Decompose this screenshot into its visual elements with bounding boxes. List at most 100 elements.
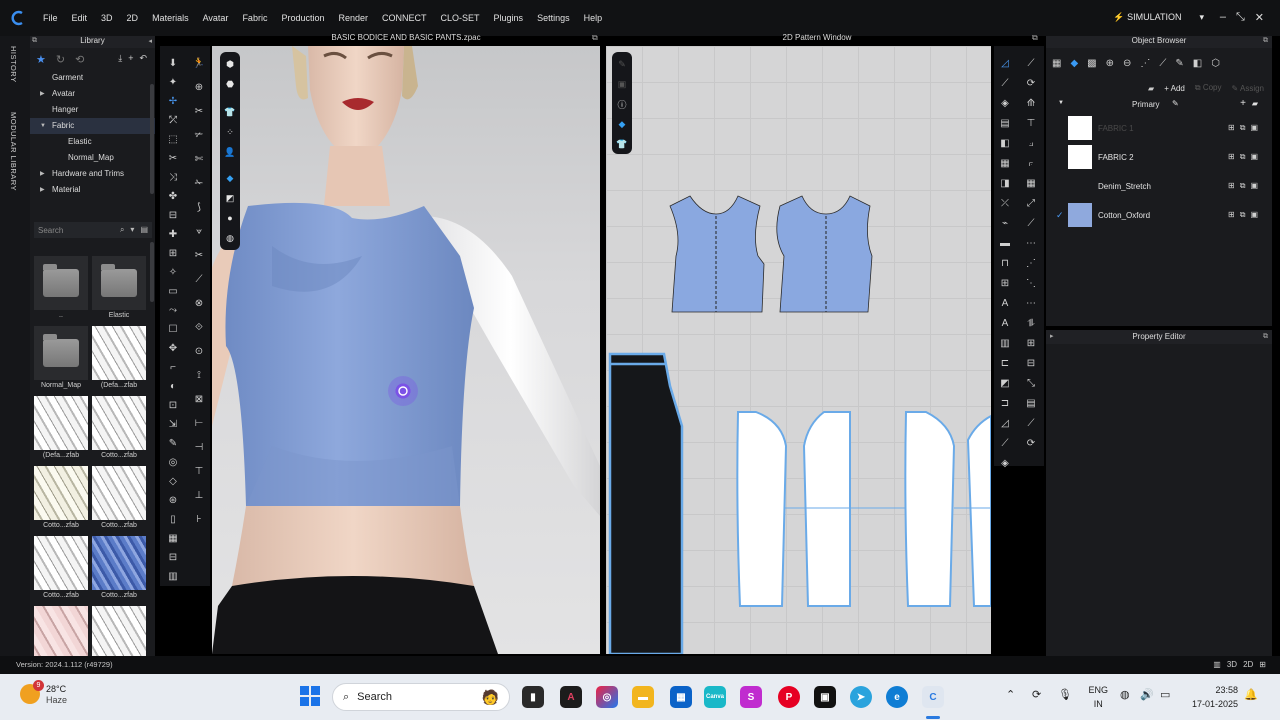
fabric-thumbnail[interactable] xyxy=(34,466,88,520)
tool-3d-col2-12-icon[interactable]: ⟐ xyxy=(192,320,206,334)
sync-icon[interactable]: ⟲ xyxy=(75,53,84,66)
tool-2d-col2-16-icon[interactable]: ⊟ xyxy=(1024,356,1038,370)
tool-2d-col2-18-icon[interactable]: ▤ xyxy=(1024,396,1038,410)
tree-item-garment[interactable]: Garment xyxy=(30,70,155,86)
tool-2d-col2-5-icon[interactable]: ⟓ xyxy=(1024,136,1038,150)
info-icon[interactable]: ⓘ xyxy=(616,98,628,110)
tray-mic-icon[interactable]: 🎙 xyxy=(1058,688,1072,701)
copy-button[interactable]: ⧉ Copy xyxy=(1195,83,1222,93)
close-icon[interactable]: ✕ xyxy=(1255,11,1264,24)
task-view-icon[interactable]: ▮ xyxy=(522,686,544,708)
tray-chevron-icon[interactable]: ⌃ xyxy=(1006,688,1015,701)
copilot-app-icon[interactable]: ◎ xyxy=(596,686,618,708)
tool-3d-17-icon[interactable]: ⌐ xyxy=(166,360,180,374)
tool-2d-col2-17-icon[interactable]: ⤡ xyxy=(1024,376,1038,390)
tool-3d-10-icon[interactable]: ✚ xyxy=(166,227,180,241)
tool-3d-9-icon[interactable]: ⊟ xyxy=(166,208,180,222)
collapse-icon[interactable]: ◂ xyxy=(148,37,152,45)
tree-item-normal-map[interactable]: Normal_Map xyxy=(30,150,155,166)
folder-thumbnail[interactable] xyxy=(92,256,146,310)
network-globe-icon[interactable]: ◍ xyxy=(1120,688,1130,701)
tool-3d-23-icon[interactable]: ◇ xyxy=(166,474,180,488)
float-pe-icon[interactable]: ⧉ xyxy=(1263,330,1268,344)
pen-icon[interactable]: ✎ xyxy=(616,58,628,70)
menu-production[interactable]: Production xyxy=(274,13,331,23)
tree-expand-icon[interactable]: ▼ xyxy=(40,118,46,134)
tool-2d-col2-4-icon[interactable]: ⊤ xyxy=(1024,116,1038,130)
tool-3d-11-icon[interactable]: ⊞ xyxy=(166,246,180,260)
layout-split-icon[interactable]: ⊞ xyxy=(1259,660,1266,669)
tool-3d-3-icon[interactable]: ✢ xyxy=(166,94,180,108)
file-explorer-icon[interactable]: ▬ xyxy=(632,686,654,708)
tree-expand-icon[interactable]: ▶ xyxy=(40,166,45,182)
fabric-thumbnail[interactable] xyxy=(34,606,88,660)
tool-2d-col2-13-icon[interactable]: ⋯ xyxy=(1024,296,1038,310)
menu-file[interactable]: File xyxy=(36,13,65,23)
tool-3d-27-icon[interactable]: ⊟ xyxy=(166,550,180,564)
graphic-tab-icon[interactable]: ◧ xyxy=(1193,58,1202,69)
volume-icon[interactable]: 🔊 xyxy=(1140,688,1154,701)
buttonhole-tab-icon[interactable]: ⊖ xyxy=(1123,58,1131,69)
fabric-icon[interactable]: ◆ xyxy=(224,172,236,184)
tool-3d-col2-10-icon[interactable]: ⟋ xyxy=(192,272,206,286)
tool-3d-col2-16-icon[interactable]: ⊢ xyxy=(192,416,206,430)
fabric-thumbnail[interactable] xyxy=(92,606,146,660)
folder-thumbnail[interactable] xyxy=(34,326,88,380)
tool-3d-col2-5-icon[interactable]: ✄ xyxy=(192,152,206,166)
tool-2d-col2-11-icon[interactable]: ⋰ xyxy=(1024,256,1038,270)
tool-2d-15-icon[interactable]: ▥ xyxy=(998,336,1012,350)
tool-2d-11-icon[interactable]: ⊓ xyxy=(998,256,1012,270)
tool-3d-col2-15-icon[interactable]: ⊠ xyxy=(192,392,206,406)
tool-2d-col2-20-icon[interactable]: ⟳ xyxy=(1024,436,1038,450)
tool-2d-18-icon[interactable]: ⊐ xyxy=(998,396,1012,410)
battery-icon[interactable]: ▭ xyxy=(1160,688,1170,701)
tool-2d-4-icon[interactable]: ▤ xyxy=(998,116,1012,130)
tray-sync-icon[interactable]: ⟳ xyxy=(1032,688,1041,701)
scene-icon[interactable]: ▦ xyxy=(1052,58,1061,69)
maximize-icon[interactable]: ⤡ xyxy=(1236,11,1245,24)
tool-2d-col2-6-icon[interactable]: ⟔ xyxy=(1024,156,1038,170)
float-2d-icon[interactable]: ⧉ xyxy=(1032,33,1038,43)
chevron-down-icon[interactable]: ▾ xyxy=(1199,12,1204,23)
duplicate-icon[interactable]: ⧉ xyxy=(1240,123,1246,133)
shirt-icon[interactable]: 👕 xyxy=(224,106,236,118)
2d-pattern-viewport[interactable] xyxy=(606,46,991,654)
tool-2d-6-icon[interactable]: ▦ xyxy=(998,156,1012,170)
trim-tab-icon[interactable]: ✎ xyxy=(1175,58,1183,69)
tool-3d-25-icon[interactable]: ▯ xyxy=(166,512,180,526)
tool-3d-col2-17-icon[interactable]: ⊣ xyxy=(192,440,206,454)
tool-3d-col2-20-icon[interactable]: ⊦ xyxy=(192,512,206,526)
tool-3d-15-icon[interactable]: ☐ xyxy=(166,322,180,336)
history-tab[interactable]: HISTORY xyxy=(9,46,18,83)
fabric-thumbnail[interactable] xyxy=(34,396,88,450)
tool-3d-col2-18-icon[interactable]: ⊤ xyxy=(192,464,206,478)
tool-2d-12-icon[interactable]: ⊞ xyxy=(998,276,1012,290)
fabric-tab-icon[interactable]: ◆ xyxy=(1070,58,1078,69)
fabric-swatch[interactable] xyxy=(1068,145,1092,169)
tool-2d-16-icon[interactable]: ⊏ xyxy=(998,356,1012,370)
tool-2d-7-icon[interactable]: ◨ xyxy=(998,176,1012,190)
assign-icon[interactable]: ▣ xyxy=(1250,152,1258,162)
texture-icon[interactable]: ◩ xyxy=(224,192,236,204)
group-folder-icon[interactable]: ▰ xyxy=(1252,99,1258,108)
modular-library-tab[interactable]: MODULAR LIBRARY xyxy=(9,112,18,191)
tree-expand-icon[interactable]: ▶ xyxy=(40,86,45,102)
tool-2d-9-icon[interactable]: ⌁ xyxy=(998,216,1012,230)
cube-alt-icon[interactable]: ⬣ xyxy=(224,78,236,90)
menu-edit[interactable]: Edit xyxy=(65,13,95,23)
dots-icon[interactable]: ⁘ xyxy=(224,126,236,138)
affinity-app-icon[interactable]: A xyxy=(560,686,582,708)
tool-3d-13-icon[interactable]: ▭ xyxy=(166,284,180,298)
menu-3d[interactable]: 3D xyxy=(94,13,120,23)
tool-2d-3-icon[interactable]: ◈ xyxy=(998,96,1012,110)
tool-2d-17-icon[interactable]: ◩ xyxy=(998,376,1012,390)
tool-2d-10-icon[interactable]: ▬ xyxy=(998,236,1012,250)
canva-app-icon[interactable]: Canva xyxy=(704,686,726,708)
tree-item-material[interactable]: ▶ Material xyxy=(30,182,155,198)
tree-scrollbar[interactable] xyxy=(150,84,154,194)
tool-3d-col2-4-icon[interactable]: ✃ xyxy=(192,128,206,142)
tree-item-avatar[interactable]: ▶ Avatar xyxy=(30,86,155,102)
layout-2d-icon[interactable]: 2D xyxy=(1243,660,1253,669)
fabric-swatch[interactable] xyxy=(1068,203,1092,227)
start-windows-icon[interactable] xyxy=(300,686,320,706)
